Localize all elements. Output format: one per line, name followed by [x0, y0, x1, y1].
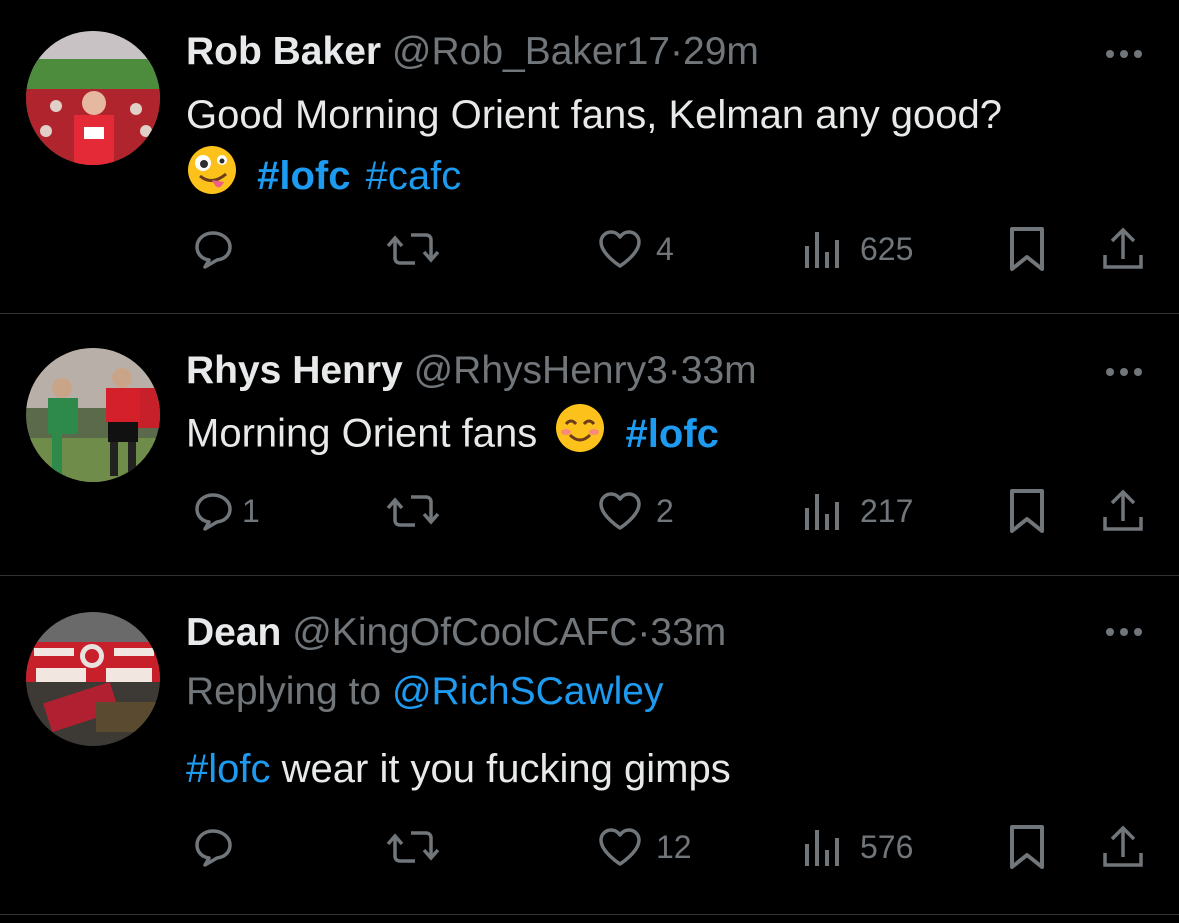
tweet-actions: 1 2 217	[0, 486, 1179, 536]
more-icon[interactable]	[1100, 362, 1148, 382]
replying-to-label: Replying to	[186, 670, 382, 713]
like-button[interactable]: 2	[596, 486, 674, 536]
like-count: 4	[656, 230, 674, 267]
avatar-dean[interactable]	[26, 612, 160, 746]
divider	[0, 914, 1179, 915]
timestamp[interactable]: 29m	[683, 30, 759, 73]
views-count: 625	[860, 230, 914, 267]
share-icon	[1100, 487, 1146, 535]
retweet-icon	[385, 488, 441, 534]
tweet-rhys-henry[interactable]: Rhys Henry @RhysHenry3·33m Morning Orien…	[0, 314, 1179, 575]
share-button[interactable]	[1100, 486, 1146, 536]
tweet-header: Rhys Henry @RhysHenry3·33m	[186, 348, 757, 394]
author-name[interactable]: Rhys Henry	[186, 349, 403, 392]
reply-button[interactable]	[190, 822, 236, 872]
author-handle[interactable]: @RhysHenry3	[414, 349, 668, 392]
reply-count: 1	[242, 492, 260, 529]
smiling-face-emoji	[554, 402, 606, 470]
tweet-actions: 4 625	[0, 224, 1179, 274]
replying-to: Replying to @RichSCawley	[186, 669, 663, 715]
more-icon[interactable]	[1100, 622, 1148, 642]
avatar-rob-baker[interactable]	[26, 31, 160, 165]
like-count: 2	[656, 492, 674, 529]
zany-face-emoji	[186, 144, 238, 212]
views-icon	[802, 824, 846, 870]
separator-dot: ·	[670, 30, 683, 73]
bookmark-icon	[1006, 823, 1048, 871]
tweet-text-line1: Good Morning Orient fans, Kelman any goo…	[186, 93, 1003, 137]
replying-to-mention[interactable]: @RichSCawley	[392, 670, 664, 713]
hashtag-lofc[interactable]: #lofc	[626, 412, 719, 456]
author-handle[interactable]: @Rob_Baker17	[392, 30, 670, 73]
views-icon	[802, 226, 846, 272]
tweet-rob-baker[interactable]: Rob Baker @Rob_Baker17·29m Good Morning …	[0, 0, 1179, 314]
avatar-rhys-henry[interactable]	[26, 348, 160, 482]
views-button[interactable]: 576	[802, 822, 913, 872]
tweet-text-line2: #lofc #cafc	[186, 144, 461, 212]
author-name[interactable]: Rob Baker	[186, 30, 381, 73]
heart-icon	[596, 488, 644, 534]
share-icon	[1100, 225, 1146, 273]
hashtag-lofc[interactable]: #lofc	[186, 747, 271, 791]
like-button[interactable]: 4	[596, 224, 674, 274]
like-count: 12	[656, 828, 692, 865]
author-name[interactable]: Dean	[186, 611, 281, 654]
retweet-icon	[385, 226, 441, 272]
tweet-header: Rob Baker @Rob_Baker17·29m	[186, 29, 759, 75]
views-icon	[802, 488, 846, 534]
tweet-text: Morning Orient fans #lofc	[186, 402, 719, 470]
tweet-text-line1: wear it you fucking gimps	[281, 747, 731, 791]
share-button[interactable]	[1100, 822, 1146, 872]
tweet-dean[interactable]: Dean @KingOfCoolCAFC·33m Replying to @Ri…	[0, 576, 1179, 916]
retweet-icon	[385, 824, 441, 870]
reply-icon	[190, 488, 236, 534]
separator-dot: ·	[667, 349, 681, 392]
heart-icon	[596, 824, 644, 870]
tweet-header: Dean @KingOfCoolCAFC·33m	[186, 610, 726, 656]
views-count: 576	[860, 828, 914, 865]
tweet-text-line1: Morning Orient fans	[186, 411, 538, 456]
hashtag-cafc[interactable]: #cafc	[366, 154, 462, 198]
timestamp[interactable]: 33m	[650, 611, 726, 654]
tweet-text: #lofc wear it you fucking gimps	[186, 740, 731, 798]
retweet-button[interactable]	[385, 224, 441, 274]
reply-button[interactable]: 1	[190, 486, 260, 536]
more-icon[interactable]	[1100, 44, 1148, 64]
reply-icon	[190, 824, 236, 870]
like-button[interactable]: 12	[596, 822, 692, 872]
views-button[interactable]: 217	[802, 486, 913, 536]
views-count: 217	[860, 492, 914, 529]
bookmark-icon	[1006, 487, 1048, 535]
hashtag-lofc[interactable]: #lofc	[257, 154, 350, 198]
author-handle[interactable]: @KingOfCoolCAFC	[292, 611, 637, 654]
bookmark-icon	[1006, 225, 1048, 273]
bookmark-button[interactable]	[1006, 822, 1048, 872]
tweet-text: Good Morning Orient fans, Kelman any goo…	[186, 86, 1002, 144]
share-icon	[1100, 823, 1146, 871]
timestamp[interactable]: 33m	[681, 349, 757, 392]
views-button[interactable]: 625	[802, 224, 913, 274]
share-button[interactable]	[1100, 224, 1146, 274]
reply-icon	[190, 226, 236, 272]
separator-dot: ·	[637, 611, 651, 654]
bookmark-button[interactable]	[1006, 224, 1048, 274]
reply-button[interactable]	[190, 224, 236, 274]
tweet-actions: 12 576	[0, 822, 1179, 872]
retweet-button[interactable]	[385, 822, 441, 872]
heart-icon	[596, 226, 644, 272]
retweet-button[interactable]	[385, 486, 441, 536]
bookmark-button[interactable]	[1006, 486, 1048, 536]
